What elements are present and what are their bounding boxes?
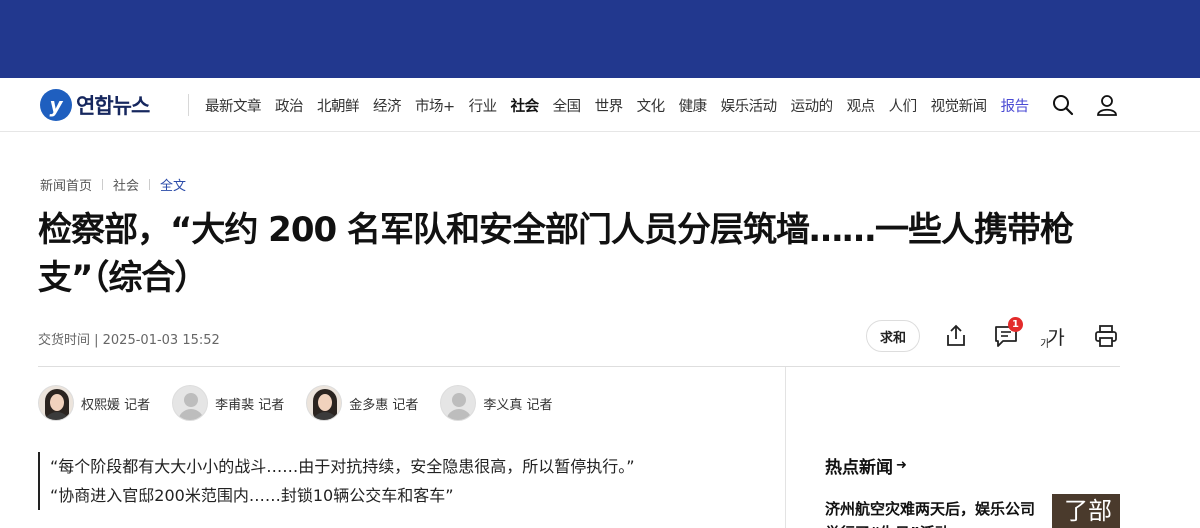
nav-item[interactable]: 健康 <box>679 95 708 116</box>
font-size-small-glyph: 가 <box>1040 338 1050 350</box>
share-icon[interactable] <box>942 322 970 350</box>
reporter-item[interactable]: 李甫裴 记者 <box>172 385 284 421</box>
comment-icon[interactable]: 1 <box>992 317 1024 350</box>
reporter-avatar <box>172 385 209 421</box>
breadcrumb-section[interactable]: 社会 <box>113 175 139 194</box>
font-size-icon[interactable]: 가가 <box>1040 322 1070 350</box>
logo-text: 연합뉴스 <box>76 94 150 118</box>
sidebar-divider <box>785 367 786 528</box>
reporter-name: 权熙媛 记者 <box>81 397 151 413</box>
article-headline: 检察部，“大约 200 名军队和安全部门人员分层筑墙……一些人携带枪 支”（综合… <box>38 206 1118 302</box>
top-ad-banner <box>0 0 1200 78</box>
breadcrumb-current[interactable]: 全文 <box>160 175 186 194</box>
reporter-item[interactable]: 权熙媛 记者 <box>38 385 150 421</box>
reporter-avatar <box>38 385 74 421</box>
article-divider <box>38 366 1120 367</box>
nav-item[interactable]: 北朝鲜 <box>317 95 360 116</box>
hot-news-title[interactable]: 热点新闻 ➜ <box>825 453 907 478</box>
nav-item[interactable]: 全国 <box>553 95 582 116</box>
reporter-name: 金多惠 记者 <box>349 397 419 413</box>
reporter-name: 李义真 记者 <box>483 397 553 413</box>
article-summary: “每个阶段都有大大小小的战斗……由于对抗持续，安全隐患很高，所以暂停执行。” “… <box>38 452 635 510</box>
font-size-large-glyph: 가 <box>1047 326 1065 349</box>
reporter-name: 李甫裴 记者 <box>215 397 285 413</box>
nav-item[interactable]: 运动的 <box>791 95 834 116</box>
article-actions: 求和 1 가가 <box>866 317 1120 354</box>
comment-count-badge: 1 <box>1008 317 1024 332</box>
nav-item[interactable]: 政治 <box>275 95 304 116</box>
hot-news-label: 热点新闻 <box>825 458 893 478</box>
yonhap-logo[interactable]: y 연합뉴스 <box>40 86 150 124</box>
nav-item[interactable]: 视觉新闻 <box>931 95 988 116</box>
headline-line-1: 检察部，“大约 200 名军队和安全部门人员分层筑墙……一些人携带枪 <box>38 210 1074 250</box>
nav-item[interactable]: 经济 <box>373 95 402 116</box>
reporter-item[interactable]: 金多惠 记者 <box>306 385 418 421</box>
main-nav: 最新文章 政治 北朝鲜 经济 市场+ 行业 社会 全国 世界 文化 健康 娱乐活动 运动的 观点 人们 视觉新… <box>205 78 1029 132</box>
logo-mark-icon: y <box>40 89 72 121</box>
global-nav-bar: y 연합뉴스 最新文章 政治 北朝鲜 经济 市场+ 行业 社会 全国 世界 文化 健康 娱乐活动 运动的… <box>0 78 1200 132</box>
nav-item[interactable]: 行业 <box>469 95 498 116</box>
reporter-item[interactable]: 李义真 记者 <box>440 385 553 421</box>
breadcrumb-separator <box>102 179 104 190</box>
reporter-avatar <box>440 385 477 421</box>
breadcrumb-separator <box>149 179 151 190</box>
nav-item[interactable]: 市场+ <box>415 95 455 116</box>
breadcrumb: 新闻首页 社会 全文 <box>40 175 186 194</box>
nav-item[interactable]: 人们 <box>889 95 918 116</box>
nav-item[interactable]: 娱乐活动 <box>721 95 778 116</box>
hot-news-item[interactable]: 济州航空灾难两天后，娱乐公司举行了“生日”活动 <box>825 497 1045 528</box>
print-icon[interactable] <box>1092 322 1120 350</box>
chevron-right-icon: ➜ <box>896 458 907 473</box>
breadcrumb-home[interactable]: 新闻首页 <box>40 175 92 194</box>
article-dateline: 交货时间 | 2025-01-03 15:52 <box>38 333 220 348</box>
summary-line-2: “协商进入官邸200米范围内……封锁10辆公交车和客车” <box>50 486 454 505</box>
summary-button[interactable]: 求和 <box>866 320 921 352</box>
headline-line-2: 支”（综合） <box>38 258 208 298</box>
reporter-list: 权熙媛 记者 李甫裴 记者 金多惠 记者 李义真 记者 <box>38 385 575 421</box>
user-icon[interactable] <box>1094 92 1120 118</box>
nav-item[interactable]: 观点 <box>847 95 876 116</box>
nav-item[interactable]: 报告 <box>1001 95 1030 116</box>
summary-line-1: “每个阶段都有大大小小的战斗……由于对抗持续，安全隐患很高，所以暂停执行。” <box>50 457 635 476</box>
nav-divider <box>188 94 189 116</box>
nav-item[interactable]: 世界 <box>595 95 624 116</box>
hot-news-thumbnail[interactable]: 了部 <box>1052 494 1120 528</box>
nav-item[interactable]: 最新文章 <box>205 95 262 116</box>
search-icon[interactable] <box>1050 92 1076 118</box>
reporter-avatar <box>306 385 343 421</box>
nav-item[interactable]: 文化 <box>637 95 666 116</box>
nav-item[interactable]: 社会 <box>511 95 540 116</box>
